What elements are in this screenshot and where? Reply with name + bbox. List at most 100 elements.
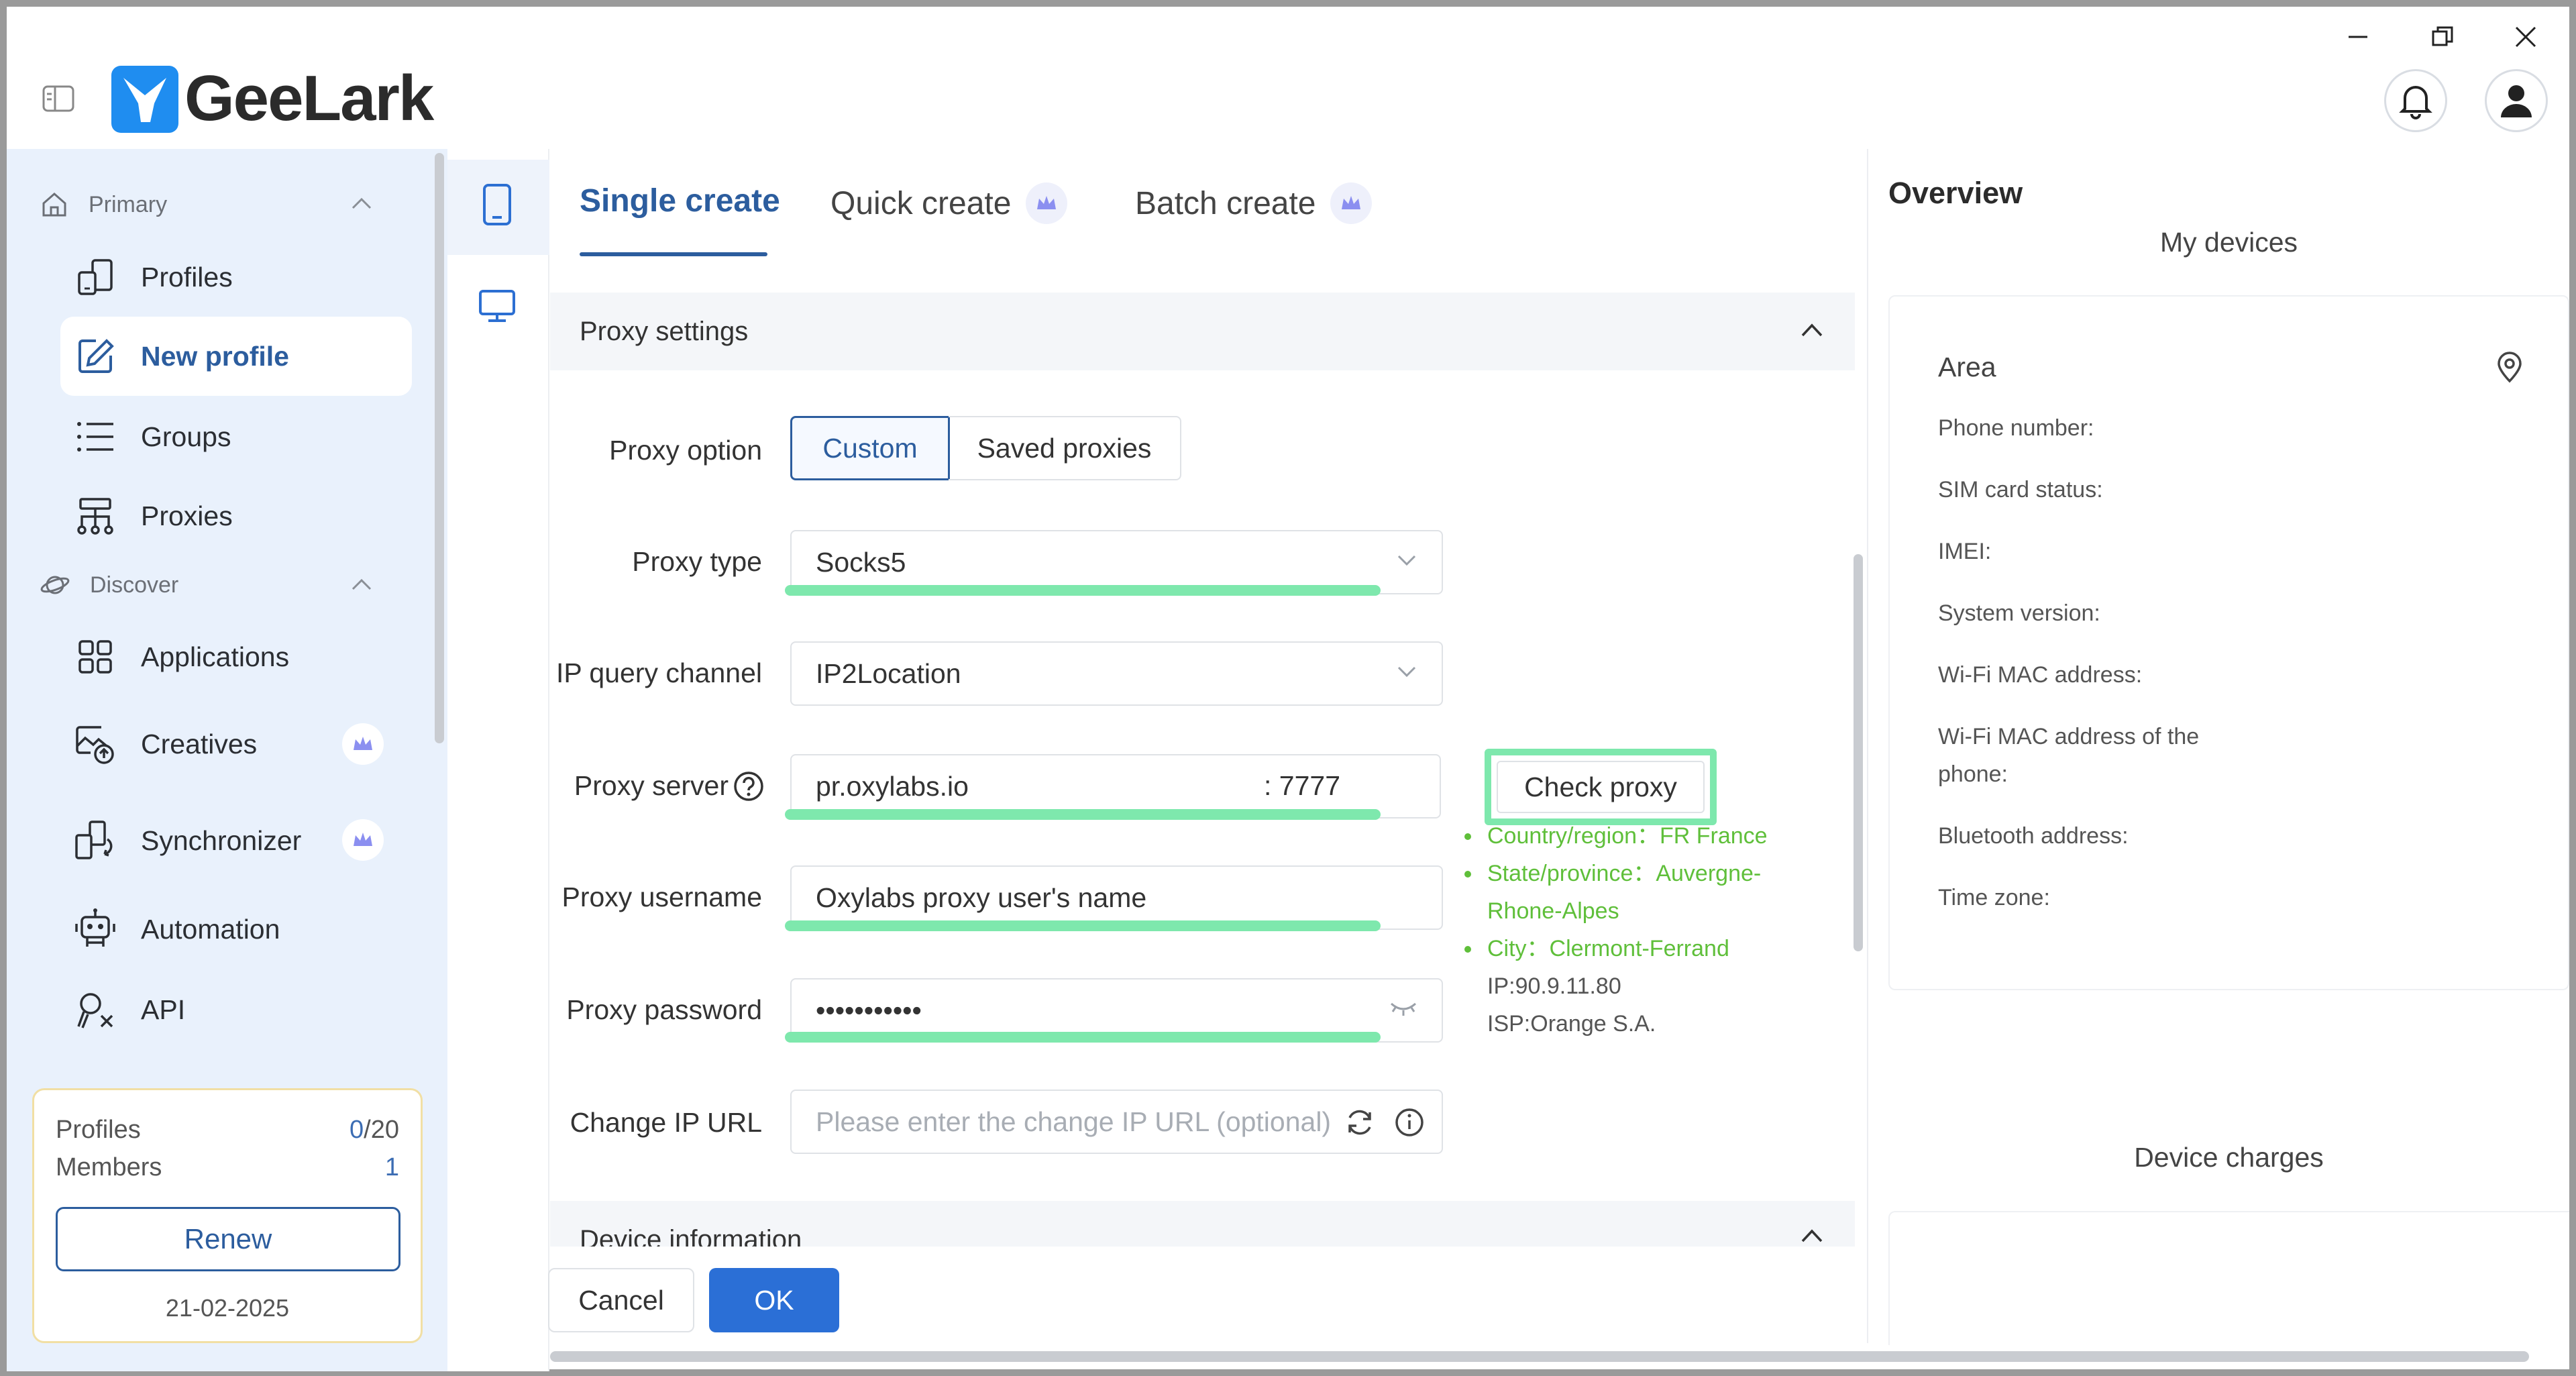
panel-divider <box>1867 149 1868 1343</box>
help-circle-icon[interactable] <box>733 770 765 802</box>
result-isp: ISP:Orange S.A. <box>1487 1011 1656 1037</box>
close-button[interactable] <box>2496 13 2556 60</box>
account-button[interactable] <box>2485 69 2548 132</box>
info-icon[interactable] <box>1394 1107 1425 1138</box>
device-information-header[interactable]: Device information <box>550 1201 1855 1247</box>
sidebar-section-label: Discover <box>90 572 179 598</box>
sidebar-item-applications[interactable]: Applications <box>60 617 412 696</box>
result-state: State/province：Auvergne- Rhone-Alpes <box>1464 855 1768 930</box>
tab-batch-create[interactable]: Batch create <box>1135 182 1373 224</box>
app-name: GeeLark <box>184 62 434 134</box>
proxy-option-saved[interactable]: Saved proxies <box>949 416 1181 480</box>
sidebar-item-label: API <box>141 994 186 1025</box>
ip-query-channel-select[interactable]: IP2Location <box>790 641 1443 706</box>
wifi-mac-phone-label: Wi-Fi MAC address of the <box>1938 724 2200 749</box>
area-label: Area <box>1938 352 1996 382</box>
form-scrollbar[interactable] <box>1854 554 1863 951</box>
section-title: Proxy settings <box>580 316 749 346</box>
tab-quick-create[interactable]: Quick create <box>830 182 1068 224</box>
profiles-icon <box>78 259 113 295</box>
sim-card-status-label: SIM card status: <box>1938 477 2103 502</box>
sidebar-item-api[interactable]: API <box>60 970 412 1049</box>
tab-label: Single create <box>580 183 780 219</box>
premium-crown-badge <box>342 819 384 861</box>
phone-icon[interactable] <box>482 182 513 227</box>
chevron-up-icon[interactable] <box>350 577 373 592</box>
proxy-option-label: Proxy option <box>609 435 762 466</box>
minimize-button[interactable] <box>2328 13 2388 60</box>
sidebar-toggle-button[interactable] <box>42 85 75 113</box>
highlight-underline <box>785 1032 1381 1043</box>
plan-quota-card: Profiles 0/20 Members 1 Renew 21-02-2025 <box>32 1088 423 1343</box>
home-icon <box>42 193 66 217</box>
restore-icon <box>2432 26 2453 46</box>
sidebar-item-label: Automation <box>141 913 280 945</box>
sidebar-item-label: Synchronizer <box>141 825 302 856</box>
result-country: Country/region：FR France <box>1464 817 1768 855</box>
cancel-button[interactable]: Cancel <box>548 1268 694 1332</box>
sidebar-item-label: Proxies <box>141 500 233 531</box>
refresh-icon[interactable] <box>1344 1107 1375 1138</box>
proxy-check-result: Country/region：FR France State/province：… <box>1464 817 1768 1043</box>
check-proxy-button[interactable]: Check proxy <box>1497 761 1705 813</box>
premium-crown-badge <box>342 723 384 765</box>
proxy-option-custom[interactable]: Custom <box>790 416 950 480</box>
crown-icon <box>1342 196 1361 209</box>
tab-single-create[interactable]: Single create <box>580 182 780 219</box>
api-key-icon <box>77 993 113 1028</box>
sync-devices-icon <box>75 821 113 859</box>
bell-icon <box>2399 86 2432 119</box>
sidebar-item-groups[interactable]: Groups <box>60 397 412 476</box>
sidebar-item-automation[interactable]: Automation <box>60 890 412 969</box>
ok-button[interactable]: OK <box>709 1268 839 1332</box>
app-logo <box>111 66 178 133</box>
tab-label: Batch create <box>1135 185 1316 221</box>
chevron-up-icon[interactable] <box>1800 1228 1824 1244</box>
eye-closed-icon[interactable] <box>1389 998 1418 1018</box>
chevron-up-icon[interactable] <box>350 196 373 211</box>
input-placeholder: Please enter the change IP URL (optional… <box>816 1106 1332 1137</box>
device-charges-label: Device charges <box>2134 1142 2324 1173</box>
device-information-section[interactable]: Device information <box>550 1201 1855 1247</box>
active-tab-indicator <box>580 252 767 256</box>
sidebar-item-new-profile[interactable]: New profile <box>60 317 412 396</box>
restore-button[interactable] <box>2412 13 2473 60</box>
proxy-port-value[interactable]: : 7777 <box>1264 770 1340 802</box>
sidebar-section-discover[interactable]: Discover <box>40 572 178 598</box>
chevron-up-icon[interactable] <box>1800 322 1824 338</box>
notifications-button[interactable] <box>2384 69 2447 132</box>
sidebar-scrollbar[interactable] <box>435 153 444 743</box>
sidebar-section-primary[interactable]: Primary <box>40 191 167 219</box>
proxy-password-label: Proxy password <box>566 994 762 1025</box>
result-city: City：Clermont-Ferrand <box>1464 930 1768 967</box>
device-charges-card <box>1888 1211 2569 1345</box>
minimize-icon <box>2349 36 2367 38</box>
crown-icon <box>1037 196 1057 209</box>
premium-crown-badge <box>1026 182 1068 224</box>
members-count: 1 <box>384 1153 399 1181</box>
wifi-mac-label: Wi-Fi MAC address: <box>1938 662 2143 688</box>
logo-bird-icon <box>123 78 166 122</box>
chevron-down-icon <box>1397 666 1416 678</box>
planet-icon <box>40 576 70 594</box>
proxy-username-label: Proxy username <box>561 882 762 912</box>
horizontal-scrollbar[interactable] <box>550 1351 2529 1362</box>
desktop-icon[interactable] <box>478 288 517 323</box>
sidebar-item-label: Applications <box>141 641 290 672</box>
sidebar-item-proxies[interactable]: Proxies <box>60 476 412 555</box>
sidebar-item-profiles[interactable]: Profiles <box>60 237 412 317</box>
phone-number-label: Phone number: <box>1938 415 2094 441</box>
ip-query-channel-label: IP query channel <box>556 657 762 688</box>
plan-expiry-date: 21-02-2025 <box>165 1294 290 1322</box>
location-pin-icon[interactable] <box>2496 352 2523 384</box>
my-devices-label: My devices <box>2159 227 2298 258</box>
change-ip-url-label: Change IP URL <box>570 1107 762 1138</box>
result-ip: IP:90.9.11.80 <box>1487 973 1621 999</box>
sidebar-item-label: New profile <box>141 340 289 372</box>
proxy-settings-header[interactable]: Proxy settings <box>550 293 1855 370</box>
password-value: ••••••••••• <box>816 994 922 1026</box>
renew-button[interactable]: Renew <box>56 1207 400 1271</box>
section-title: Device information <box>580 1225 802 1247</box>
profiles-total: /20 <box>364 1116 399 1144</box>
sidebar-toggle-icon <box>42 85 74 112</box>
